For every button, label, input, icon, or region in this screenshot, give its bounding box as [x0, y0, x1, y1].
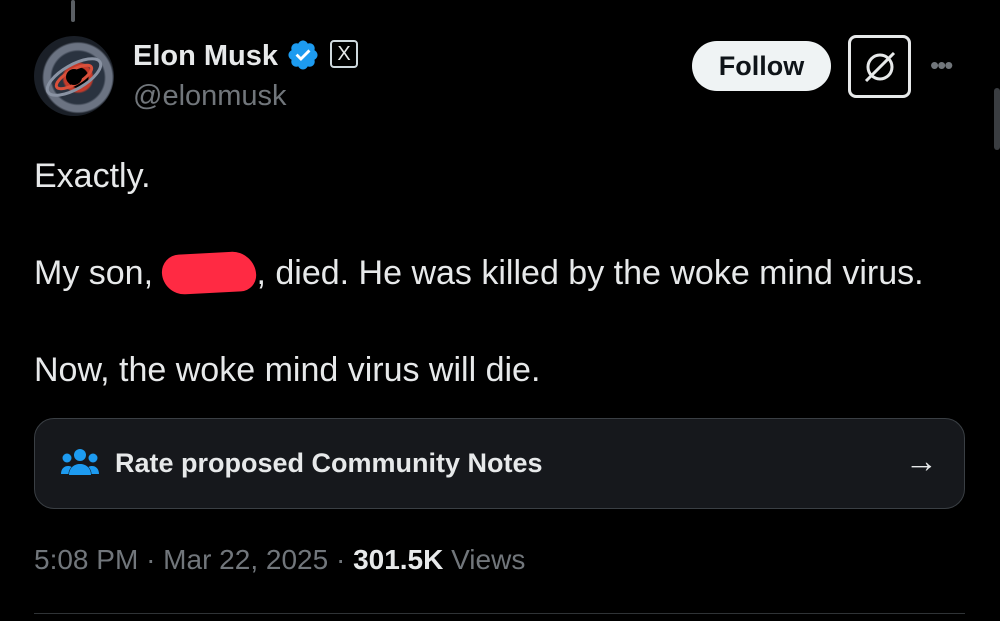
community-notes-card[interactable]: Rate proposed Community Notes → [34, 418, 965, 509]
arrow-right-icon: → [905, 442, 938, 479]
author-handle[interactable]: @elonmusk [133, 80, 287, 113]
views-count[interactable]: 301.5K [353, 544, 443, 575]
avatar[interactable] [34, 36, 114, 116]
community-notes-label: Rate proposed Community Notes [115, 448, 543, 478]
tweet-metadata: 5:08 PM · Mar 22, 2025 · 301.5K Views [34, 544, 525, 576]
tweet-date[interactable]: Mar 22, 2025 [163, 544, 328, 575]
tweet-line-2-start: My son, [34, 254, 163, 292]
tweet-line-3: Now, the woke mind virus will die. [34, 351, 541, 389]
meta-separator: · [146, 544, 156, 575]
author-name[interactable]: Elon Musk [133, 40, 278, 73]
verified-badge-icon [288, 40, 318, 70]
tweet-line-2-end: , died. He was killed by the woke mind v… [256, 254, 924, 292]
tweet-text: Exactly. My son, , died. He was killed b… [34, 152, 964, 443]
scrollbar[interactable] [994, 88, 1000, 150]
tweet-time[interactable]: 5:08 PM [34, 544, 138, 575]
people-icon [61, 449, 99, 475]
follow-button[interactable]: Follow [692, 41, 831, 91]
avatar-image [45, 57, 103, 97]
grok-icon [864, 51, 895, 82]
divider [34, 613, 965, 614]
grok-button[interactable] [848, 35, 911, 98]
views-label: Views [451, 544, 526, 575]
redaction-mark [161, 250, 258, 296]
meta-separator: · [335, 544, 346, 575]
tweet-line-2: My son, , died. He was killed by the wok… [34, 249, 964, 297]
thread-connector-line [71, 0, 75, 22]
tweet-line-1: Exactly. [34, 157, 151, 195]
more-icon[interactable]: ••• [930, 50, 953, 81]
x-affiliation-badge: X [330, 40, 358, 68]
